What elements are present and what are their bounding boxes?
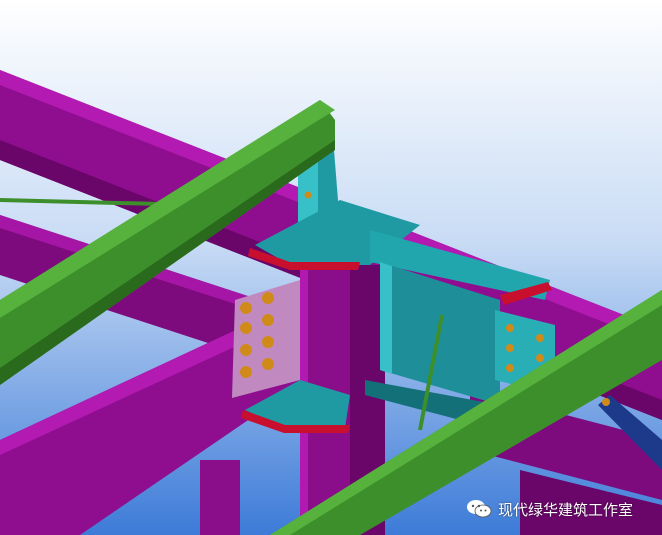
watermark: 现代绿华建筑工作室: [466, 496, 633, 522]
steel-connection-3d-model: [0, 0, 662, 535]
wechat-icon: [467, 500, 492, 518]
watermark-text: 现代绿华建筑工作室: [498, 500, 634, 519]
model-viewport[interactable]: 现代绿华建筑工作室: [0, 0, 662, 535]
